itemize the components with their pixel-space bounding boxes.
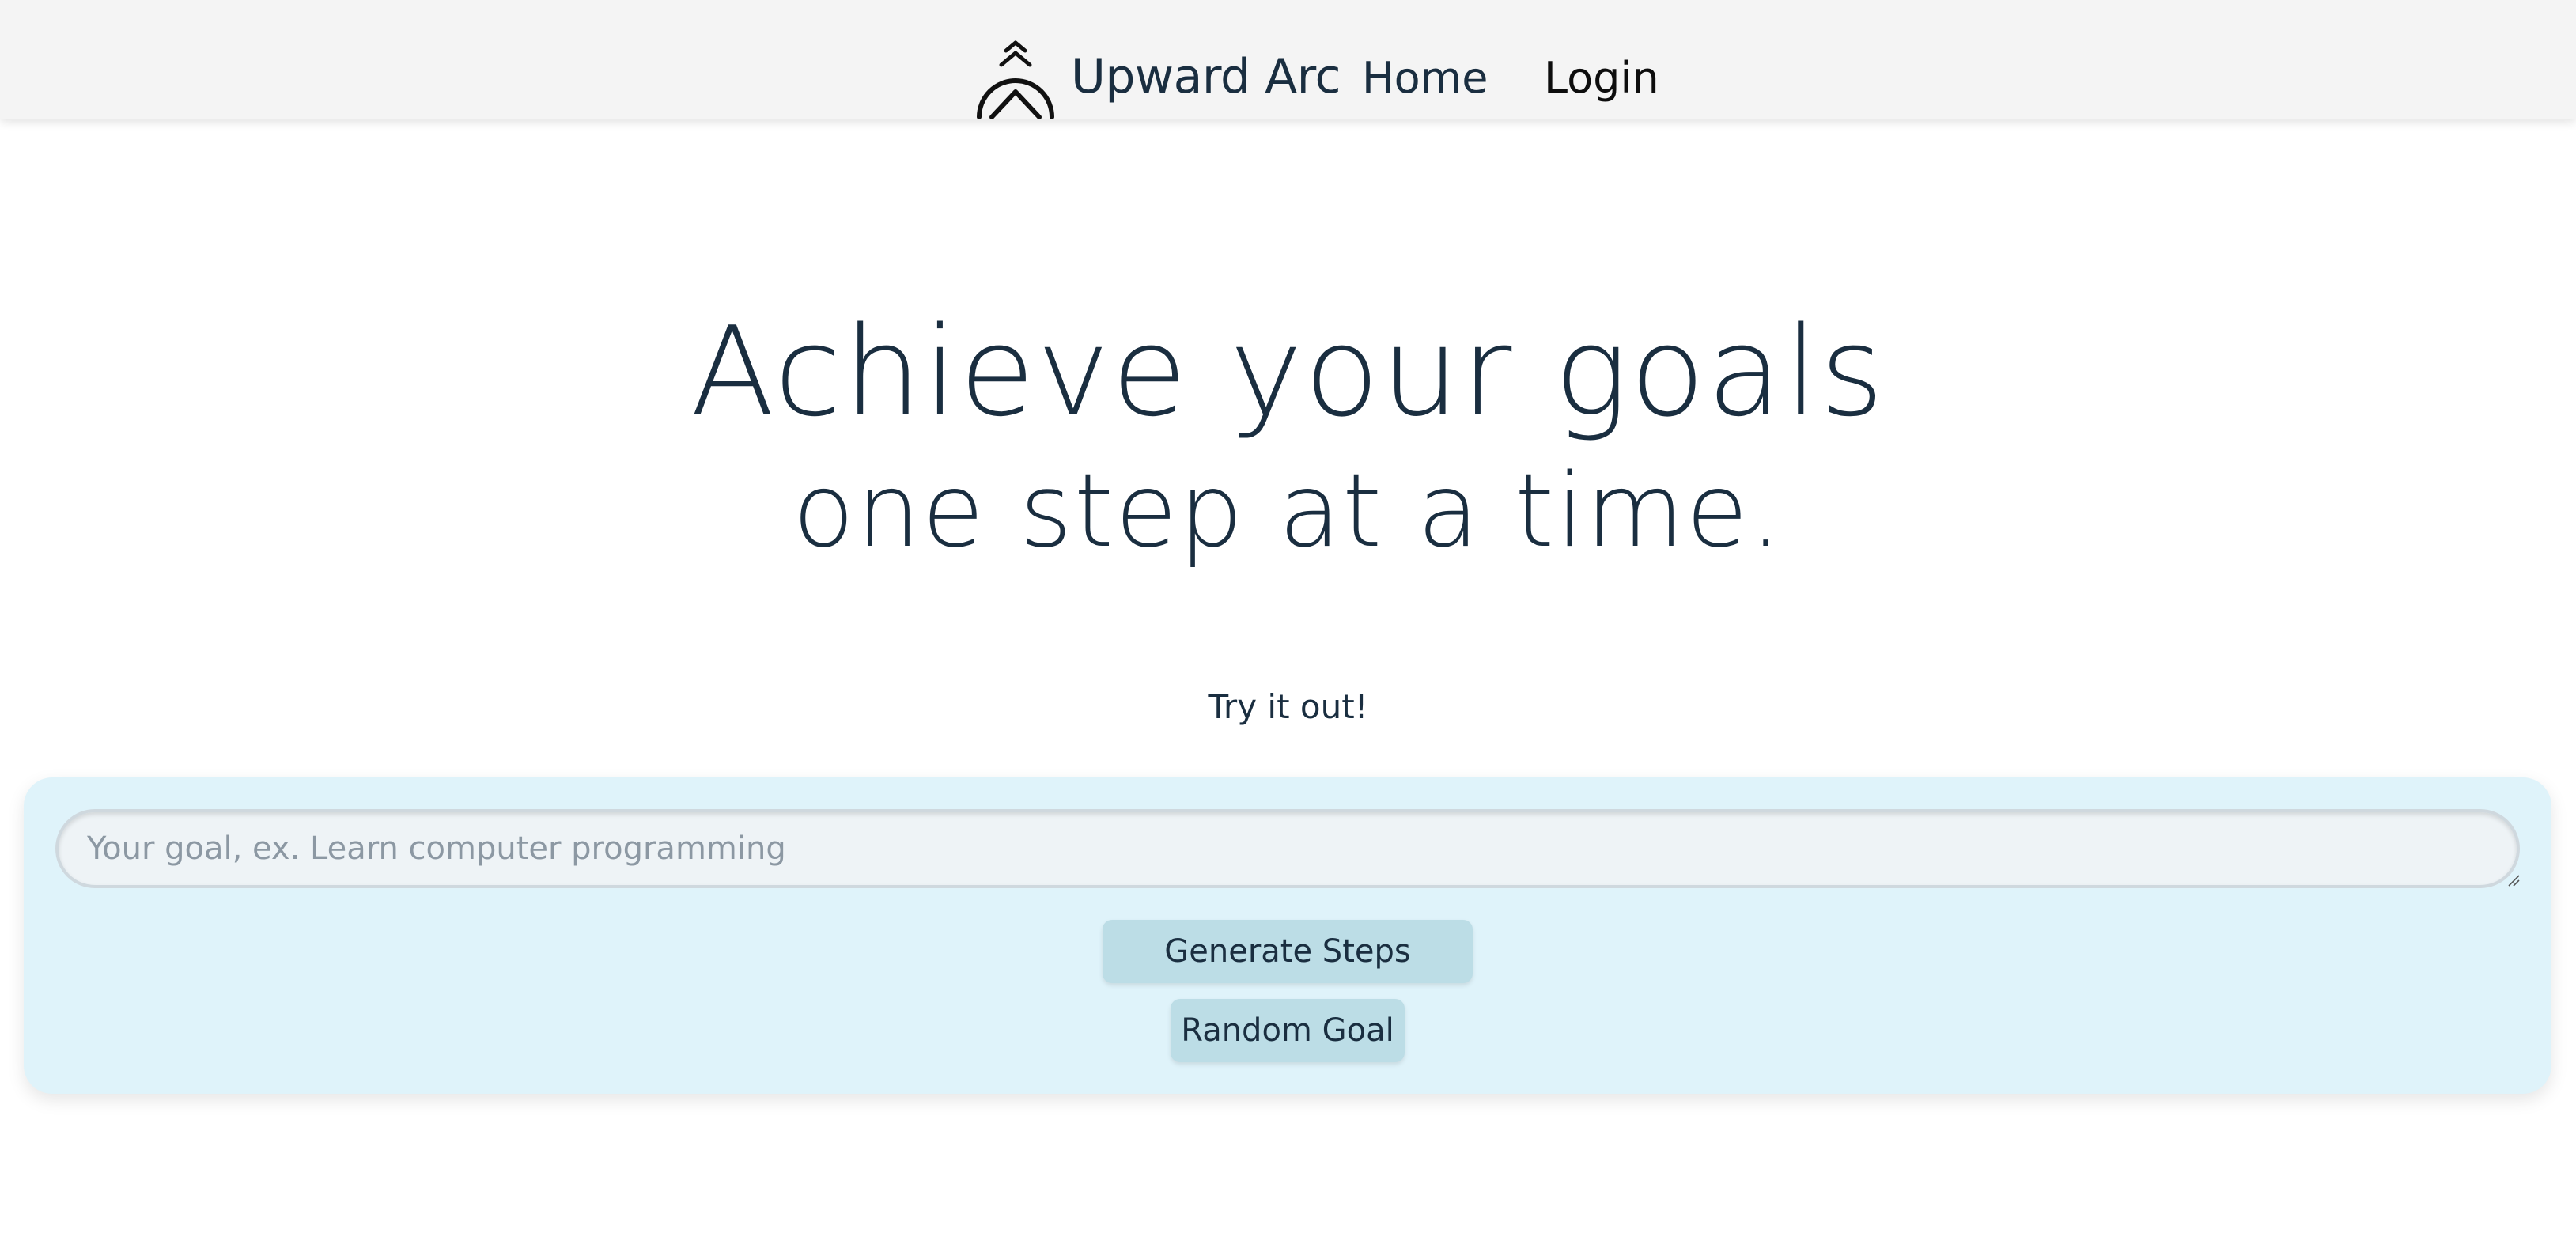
goal-panel: Generate Steps Random Goal xyxy=(24,777,2551,1094)
generate-steps-button[interactable]: Generate Steps xyxy=(1103,920,1473,983)
upward-arc-logo-icon xyxy=(977,40,1054,119)
brand-name: Upward Arc xyxy=(1071,49,1341,104)
brand-link[interactable]: Upward Arc xyxy=(974,38,1341,120)
nav-home-link[interactable]: Home xyxy=(1362,57,1488,100)
try-it-label: Try it out! xyxy=(1208,687,1368,726)
hero-subtitle: one step at a time. xyxy=(792,452,1784,570)
hero-title: Achieve your goals xyxy=(690,300,1886,444)
navbar: Upward Arc Home Login xyxy=(0,0,2576,119)
goal-input[interactable] xyxy=(55,809,2520,888)
nav-login-link[interactable]: Login xyxy=(1544,57,1659,100)
random-goal-button[interactable]: Random Goal xyxy=(1171,999,1405,1062)
resize-grip-icon[interactable] xyxy=(2506,872,2520,887)
